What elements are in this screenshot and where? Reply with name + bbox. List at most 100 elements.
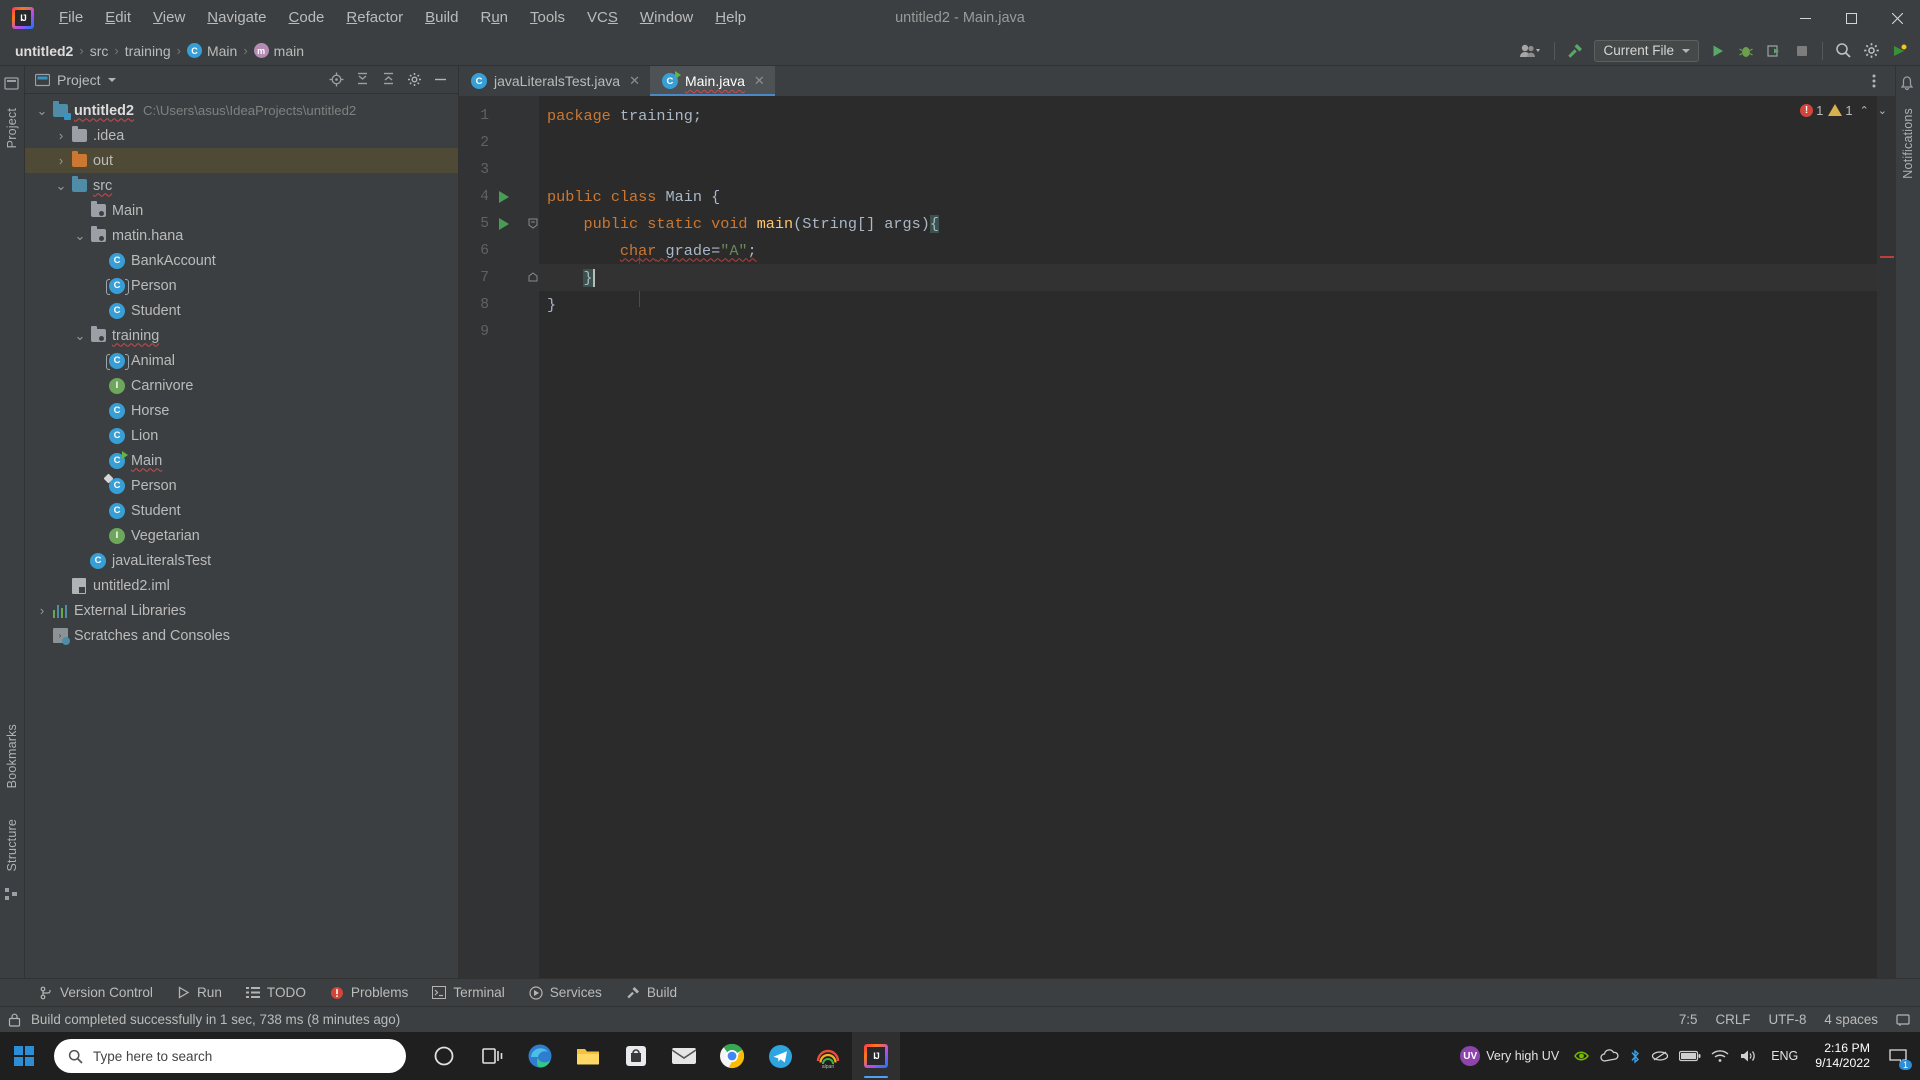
tree-item-scratches-and-consoles[interactable]: › Scratches and Consoles xyxy=(25,623,458,648)
language-indicator[interactable]: ENG xyxy=(1764,1032,1805,1080)
tree-item-bankaccount[interactable]: C BankAccount xyxy=(25,248,458,273)
chevron-down-icon[interactable]: ⌄ xyxy=(52,179,70,192)
build-hammer-icon[interactable] xyxy=(1562,39,1588,63)
close-button[interactable] xyxy=(1874,0,1920,36)
indent-setting[interactable]: 4 spaces xyxy=(1824,1012,1878,1027)
stop-icon[interactable] xyxy=(1789,39,1815,63)
run-with-coverage-icon[interactable] xyxy=(1761,39,1787,63)
wifi-icon[interactable] xyxy=(1711,1049,1729,1063)
tree-item-lion[interactable]: C Lion xyxy=(25,423,458,448)
chevron-right-icon[interactable]: › xyxy=(52,153,70,168)
tree-item-untitled2[interactable]: ⌄ untitled2 C:\Users\asus\IdeaProjects\unt… xyxy=(25,98,458,123)
clock-widget[interactable]: 2:16 PM 9/14/2022 xyxy=(1805,1032,1880,1080)
task-view-icon[interactable] xyxy=(468,1032,516,1080)
tool-window-problems[interactable]: Problems xyxy=(318,982,420,1003)
collapse-all-icon[interactable] xyxy=(376,69,400,91)
tree-item-src[interactable]: ⌄ src xyxy=(25,173,458,198)
run-gutter-icon[interactable] xyxy=(499,217,509,230)
code-line-5[interactable]: public static void main (String[] args){ xyxy=(539,210,1877,237)
cortana-icon[interactable] xyxy=(420,1032,468,1080)
file-encoding[interactable]: UTF-8 xyxy=(1768,1012,1806,1027)
breadcrumb-item-project[interactable]: untitled2 xyxy=(10,41,78,61)
code-line-9[interactable] xyxy=(539,318,1877,345)
target-locate-icon[interactable] xyxy=(324,69,348,91)
onedrive-icon[interactable] xyxy=(1600,1049,1619,1063)
microsoft-edge-icon[interactable] xyxy=(516,1032,564,1080)
sidebar-item-notifications[interactable]: Notifications xyxy=(1901,100,1915,187)
debug-icon[interactable] xyxy=(1733,39,1759,63)
chevron-right-icon[interactable]: › xyxy=(33,603,51,618)
sidebar-item-structure[interactable]: Structure xyxy=(5,811,19,880)
tree-item-horse[interactable]: C Horse xyxy=(25,398,458,423)
notifications-bell-icon[interactable] xyxy=(1900,76,1916,92)
menu-refactor[interactable]: Refactor xyxy=(335,5,414,31)
weather-uv-widget[interactable]: UV Very high UV xyxy=(1453,1032,1566,1080)
taskbar-search-input[interactable]: Type here to search xyxy=(54,1039,406,1073)
breadcrumb-item-main-method[interactable]: m main xyxy=(249,41,309,61)
menu-run[interactable]: Run xyxy=(469,5,519,31)
user-avatar-icon[interactable] xyxy=(1513,39,1547,63)
menu-build[interactable]: Build xyxy=(414,5,469,31)
tree-item-person[interactable]: C Person xyxy=(25,273,458,298)
telegram-icon[interactable] xyxy=(756,1032,804,1080)
tree-item-animal[interactable]: C Animal xyxy=(25,348,458,373)
tree-item-untitled2-iml[interactable]: untitled2.iml xyxy=(25,573,458,598)
project-panel-title-group[interactable]: Project xyxy=(35,72,116,88)
tree-item-out[interactable]: › out xyxy=(25,148,458,173)
tab-main-java[interactable]: C Main.java ✕ xyxy=(649,66,775,96)
fold-end-icon[interactable] xyxy=(528,272,538,283)
tree-item-main[interactable]: C Main xyxy=(25,448,458,473)
battery-icon[interactable] xyxy=(1679,1050,1701,1062)
file-explorer-icon[interactable] xyxy=(564,1032,612,1080)
gutter-line-1[interactable]: 1 xyxy=(459,102,539,129)
editor-code-content[interactable]: package training; public class Main { pub… xyxy=(539,96,1877,978)
warning-count-chip[interactable]: 1 xyxy=(1828,103,1853,118)
line-separator[interactable]: CRLF xyxy=(1715,1012,1750,1027)
bluetooth-icon[interactable] xyxy=(1629,1048,1641,1065)
menu-window[interactable]: Window xyxy=(629,5,704,31)
run-gutter-icon[interactable] xyxy=(499,190,509,203)
tree-item-vegetarian[interactable]: I Vegetarian xyxy=(25,523,458,548)
lock-icon[interactable] xyxy=(8,1013,21,1027)
expand-all-icon[interactable] xyxy=(350,69,374,91)
tool-window-build[interactable]: Build xyxy=(614,982,689,1003)
intellij-idea-icon[interactable]: IJ xyxy=(852,1032,900,1080)
settings-gear-icon[interactable] xyxy=(1858,39,1884,63)
menu-edit[interactable]: Edit xyxy=(94,5,142,31)
settings-gear-icon[interactable] xyxy=(402,69,426,91)
structure-strip-icon[interactable] xyxy=(4,887,20,903)
code-line-1[interactable]: package training; xyxy=(539,102,1877,129)
vcs-branch-icon[interactable] xyxy=(1896,1013,1910,1027)
tree-item-javaliteralstest[interactable]: CjavaLiteralsTest xyxy=(25,548,458,573)
chevron-down-icon[interactable]: ⌄ xyxy=(71,329,89,342)
gutter-line-8[interactable]: 8 xyxy=(459,291,539,318)
updates-available-icon[interactable] xyxy=(1886,39,1912,63)
code-line-3[interactable] xyxy=(539,156,1877,183)
menu-tools[interactable]: Tools xyxy=(519,5,576,31)
google-chrome-icon[interactable] xyxy=(708,1032,756,1080)
sidebar-item-bookmarks[interactable]: Bookmarks xyxy=(5,716,19,796)
error-marker[interactable] xyxy=(1880,256,1894,258)
gutter-line-9[interactable]: 9 xyxy=(459,318,539,345)
tool-window-version-control[interactable]: Version Control xyxy=(28,982,165,1003)
menu-code[interactable]: Code xyxy=(278,5,336,31)
gutter-line-3[interactable]: 3 xyxy=(459,156,539,183)
editor-gutter[interactable]: 1 2 3 4 5 6 7 8 9 xyxy=(459,96,539,978)
chevron-down-icon[interactable] xyxy=(107,77,116,82)
tab-javaliteralstest[interactable]: C javaLiteralsTest.java ✕ xyxy=(459,66,650,96)
menu-vcs[interactable]: VCS xyxy=(576,5,629,31)
breadcrumb-item-src[interactable]: src xyxy=(85,41,114,61)
code-editor[interactable]: 1 2 3 4 5 6 7 8 9 package training; public class … xyxy=(459,96,1895,978)
volume-icon[interactable] xyxy=(1739,1049,1757,1063)
gutter-line-4[interactable]: 4 xyxy=(459,183,539,210)
run-configuration-selector[interactable]: Current File xyxy=(1594,39,1699,62)
breadcrumb-item-main-class[interactable]: C Main xyxy=(182,41,242,61)
gutter-line-5[interactable]: 5 xyxy=(459,210,539,237)
mail-icon[interactable] xyxy=(660,1032,708,1080)
tool-window-run[interactable]: Run xyxy=(165,982,234,1003)
gutter-line-6[interactable]: 6 xyxy=(459,237,539,264)
nvidia-icon[interactable] xyxy=(1573,1048,1590,1064)
chevron-right-icon[interactable]: › xyxy=(52,128,70,143)
code-line-8[interactable]: } xyxy=(539,291,1877,318)
menu-view[interactable]: View xyxy=(142,5,196,31)
